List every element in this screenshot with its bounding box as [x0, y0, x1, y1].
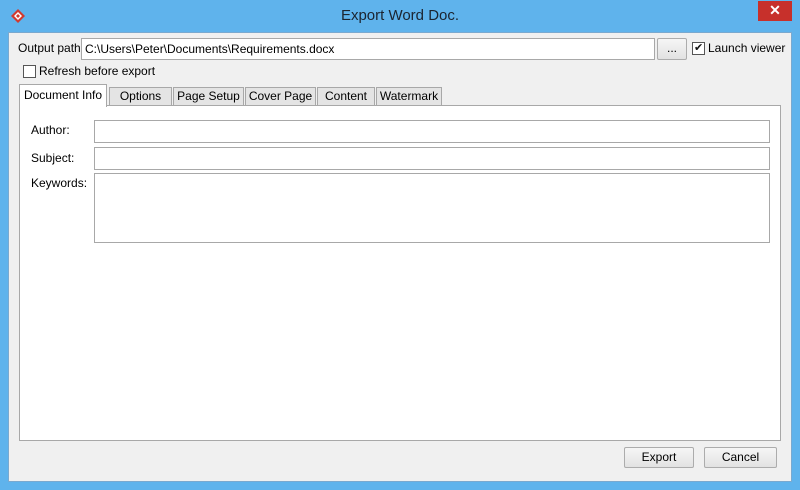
keywords-textarea[interactable] [94, 173, 770, 243]
tab-options[interactable]: Options [109, 87, 172, 106]
export-dialog: Export Word Doc. ✕ Output path: ... Laun… [0, 0, 800, 490]
output-path-input[interactable] [81, 38, 655, 60]
tab-page-setup[interactable]: Page Setup [173, 87, 244, 106]
refresh-before-export-label: Refresh before export [39, 64, 156, 78]
close-icon: ✕ [769, 2, 781, 18]
subject-input[interactable] [94, 147, 770, 170]
author-input[interactable] [94, 120, 770, 143]
document-info-panel: Author: Subject: Keywords: [19, 105, 781, 441]
close-button[interactable]: ✕ [758, 1, 792, 21]
cancel-button[interactable]: Cancel [704, 447, 777, 468]
title-bar[interactable]: Export Word Doc. ✕ [0, 0, 800, 32]
keywords-label: Keywords: [31, 176, 88, 190]
tab-watermark[interactable]: Watermark [376, 87, 442, 106]
dialog-body: Output path: ... Launch viewer Refresh b… [8, 32, 792, 482]
output-path-label: Output path: [18, 41, 85, 55]
subject-label: Subject: [31, 151, 75, 165]
tab-document-info[interactable]: Document Info [19, 84, 107, 107]
export-button[interactable]: Export [624, 447, 694, 468]
launch-viewer-checkbox[interactable] [692, 41, 705, 55]
refresh-before-export-checkbox[interactable] [23, 65, 36, 78]
tab-content[interactable]: Content [317, 87, 375, 106]
tab-cover-page[interactable]: Cover Page [245, 87, 316, 106]
author-label: Author: [31, 123, 70, 137]
window-title: Export Word Doc. [340, 7, 460, 24]
launch-viewer-label: Launch viewer [708, 41, 786, 55]
browse-button[interactable]: ... [657, 38, 687, 60]
